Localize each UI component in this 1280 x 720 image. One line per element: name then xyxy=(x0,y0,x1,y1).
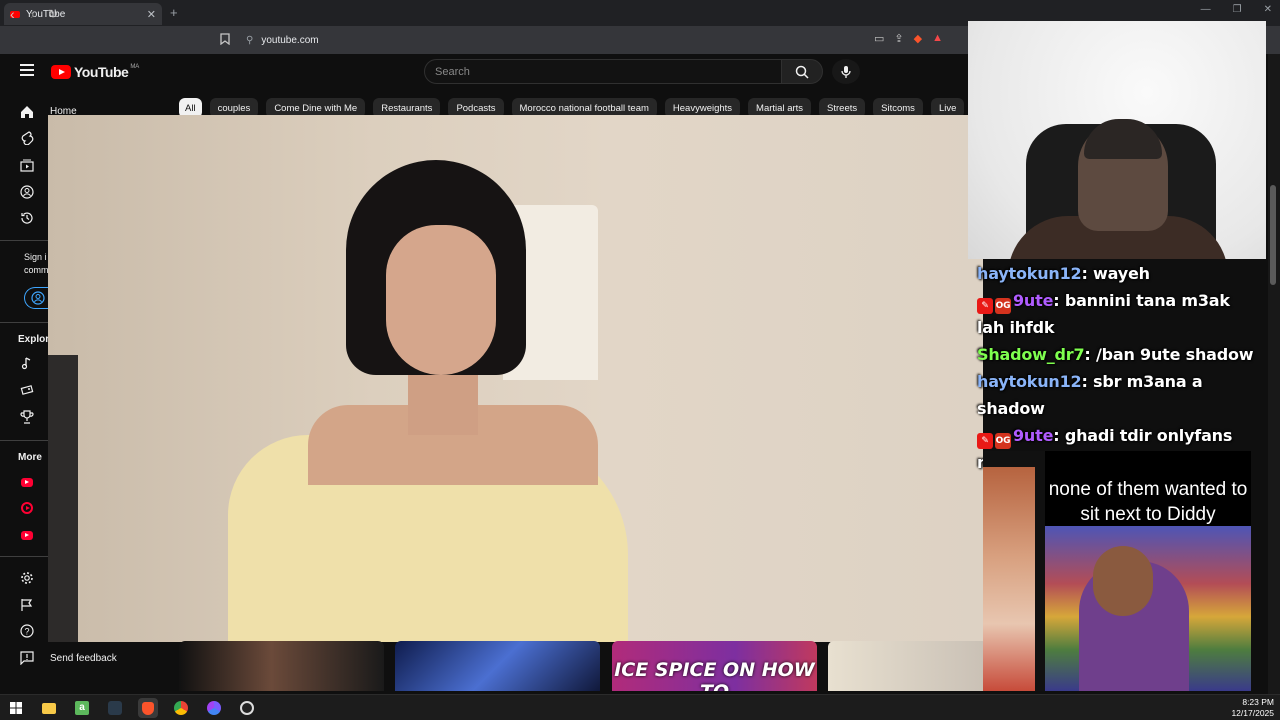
scrollbar-thumb[interactable] xyxy=(1270,185,1276,285)
chat-text: /ban 9ute shadow xyxy=(1096,345,1254,364)
video-thumbnail[interactable] xyxy=(395,641,600,691)
cast-icon[interactable]: ▭ xyxy=(874,32,884,45)
you-icon[interactable] xyxy=(19,184,35,200)
tab-close-icon[interactable]: ✕ xyxy=(147,8,156,21)
chat-username: 9ute xyxy=(1013,426,1054,445)
og-badge: OG xyxy=(995,433,1011,449)
og-badge: OG xyxy=(995,298,1011,314)
bookmark-icon[interactable] xyxy=(220,32,234,48)
chat-message: haytokun12: sbr m3ana a shadow xyxy=(977,372,1203,418)
chrome-icon[interactable] xyxy=(171,698,191,718)
youtube-kids-icon[interactable] xyxy=(19,527,35,543)
chat-username: Shadow_dr7 xyxy=(977,345,1085,364)
brave-browser-icon[interactable] xyxy=(138,698,158,718)
subscriptions-icon[interactable] xyxy=(19,157,35,173)
chat-message: Shadow_dr7: /ban 9ute shadow xyxy=(977,345,1254,364)
report-flag-icon[interactable] xyxy=(19,597,35,613)
chat-username: 9ute xyxy=(1013,291,1054,310)
shorts-icon[interactable] xyxy=(19,130,35,146)
search-input[interactable]: Search xyxy=(424,59,782,84)
brave-rewards-icon[interactable]: ▲ xyxy=(932,32,943,45)
site-info-icon[interactable]: ⚲ xyxy=(246,35,253,46)
search-icon xyxy=(795,65,809,79)
explore-heading: Explor xyxy=(18,334,50,345)
video-thumbnail[interactable] xyxy=(179,641,384,691)
chat-message: haytokun12: wayeh xyxy=(977,264,1150,283)
side-video-clip: none of them wanted to sit next to Diddy xyxy=(983,451,1251,691)
svg-text:?: ? xyxy=(24,627,29,637)
system-clock[interactable]: 8:23 PM 12/17/2025 xyxy=(1231,697,1274,719)
home-icon[interactable] xyxy=(19,104,35,120)
account-icon xyxy=(31,291,45,305)
feedback-icon[interactable] xyxy=(19,650,35,666)
davinci-icon[interactable] xyxy=(105,698,125,718)
restore-icon[interactable]: ❐ xyxy=(1233,4,1242,15)
share-icon[interactable]: ⇪ xyxy=(894,32,903,45)
obs-icon[interactable] xyxy=(237,698,257,718)
sign-in-button[interactable] xyxy=(24,287,48,309)
chat-username: haytokun12 xyxy=(977,264,1082,283)
file-explorer-icon[interactable] xyxy=(39,698,59,718)
microphone-icon xyxy=(841,65,851,78)
gaming-icon[interactable] xyxy=(19,382,35,398)
address-bar[interactable]: ⚲ youtube.com xyxy=(220,30,960,50)
page-scrollbar[interactable] xyxy=(1268,54,1280,694)
sidebar-divider xyxy=(0,240,48,241)
url-text: youtube.com xyxy=(261,34,319,46)
video-thumbnail[interactable] xyxy=(828,641,988,691)
hamburger-menu-icon[interactable] xyxy=(20,64,34,76)
sidebar-divider xyxy=(0,556,48,557)
video-overlay[interactable] xyxy=(48,115,983,642)
sidebar-divider xyxy=(0,322,48,323)
signin-text-2: comm xyxy=(24,265,49,275)
help-icon[interactable]: ? xyxy=(19,623,35,639)
country-code: MA xyxy=(130,64,140,70)
sidebar-divider xyxy=(0,440,48,441)
forward-arrow-icon[interactable]: › xyxy=(30,6,35,22)
close-window-icon[interactable]: ✕ xyxy=(1264,4,1272,15)
voice-search-button[interactable] xyxy=(832,59,860,84)
more-from-youtube-heading: More xyxy=(18,452,42,463)
woman-face xyxy=(386,225,496,375)
side-video-caption: none of them wanted to sit next to Diddy xyxy=(1048,479,1248,525)
brave-shield-icon[interactable]: ◆ xyxy=(914,32,922,45)
minimize-icon[interactable]: — xyxy=(1201,4,1211,15)
mic-badge-icon: ✎ xyxy=(977,298,993,314)
youtube-music-icon[interactable] xyxy=(19,500,35,516)
chat-message: ✎ OG 9ute: bannini tana m3ak lah ihfdk xyxy=(977,291,1230,337)
trophy-icon[interactable] xyxy=(19,409,35,425)
chat-username: haytokun12 xyxy=(977,372,1082,391)
reload-icon[interactable]: ↻ xyxy=(48,7,58,21)
chrome-profile-icon[interactable] xyxy=(204,698,224,718)
search-button[interactable] xyxy=(781,59,823,84)
window-controls: — ❐ ✕ xyxy=(1201,4,1272,15)
browser-tab[interactable]: YouTube ✕ xyxy=(4,3,162,25)
clock-time: 8:23 PM xyxy=(1242,697,1274,707)
mic-badge-icon: ✎ xyxy=(977,433,993,449)
youtube-play-icon xyxy=(51,65,71,79)
signin-text: Sign i xyxy=(24,252,47,262)
history-icon[interactable] xyxy=(19,210,35,226)
tab-title: YouTube xyxy=(26,8,66,20)
send-feedback-link[interactable]: Send feedback xyxy=(50,653,117,664)
back-arrow-icon[interactable]: ‹ xyxy=(10,6,15,22)
youtube-logo-text: YouTube xyxy=(74,64,129,80)
chat-text: wayeh xyxy=(1093,264,1150,283)
youtube-premium-icon[interactable] xyxy=(19,474,35,490)
streamer-webcam xyxy=(968,21,1266,259)
app-green-icon[interactable]: a xyxy=(72,698,92,718)
settings-gear-icon[interactable] xyxy=(19,570,35,586)
music-icon[interactable] xyxy=(19,355,35,371)
new-tab-button[interactable]: + xyxy=(170,5,178,20)
stream-chat: haytokun12: wayeh ✎ OG 9ute: bannini tana … xyxy=(977,260,1257,476)
windows-taskbar: a 8:23 PM 12/17/2025 xyxy=(0,694,1280,720)
clock-date: 12/17/2025 xyxy=(1231,708,1274,718)
windows-start-icon[interactable] xyxy=(6,698,26,718)
youtube-logo[interactable]: YouTube MA xyxy=(51,64,139,80)
browser-right-icons: ▭ ⇪ ◆ ▲ xyxy=(874,32,943,45)
thumbnail-caption: ICE SPICE ON HOW TO xyxy=(614,659,815,691)
video-thumbnail[interactable]: ICE SPICE ON HOW TO xyxy=(612,641,817,691)
